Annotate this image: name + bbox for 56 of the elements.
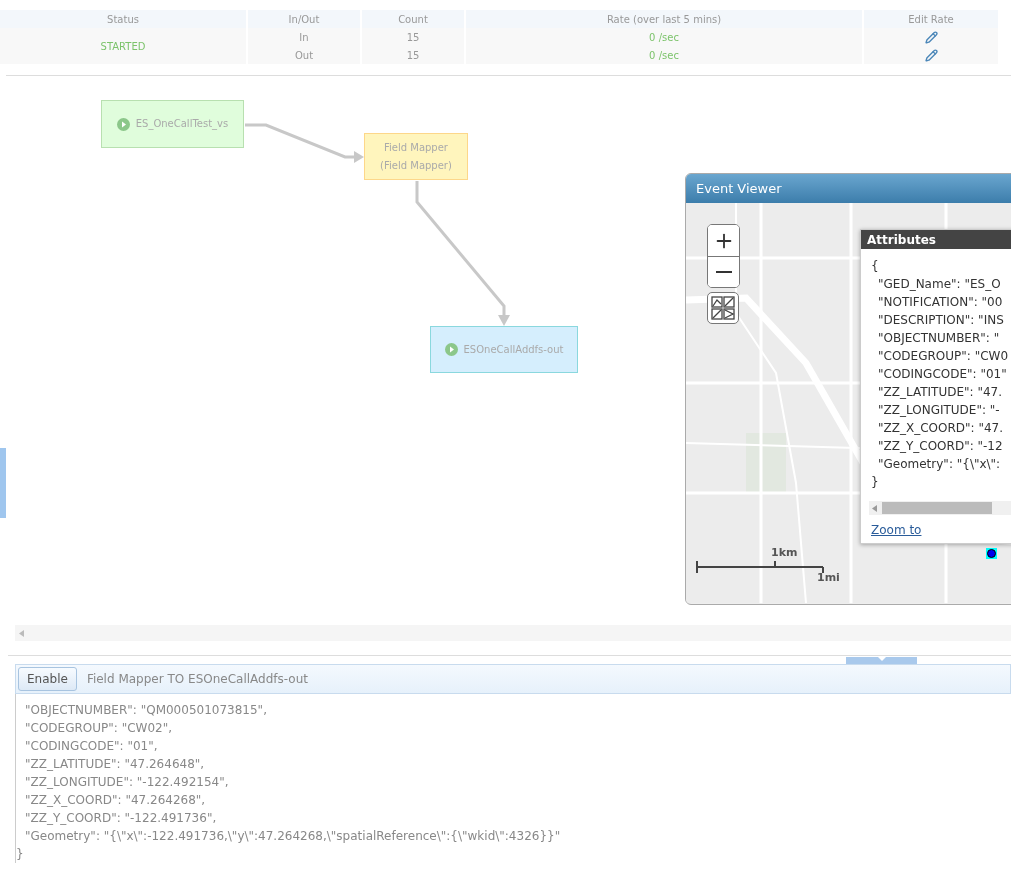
flow-node[interactable]: ESOneCallAddfs-out: [430, 326, 578, 373]
edit-icon[interactable]: [924, 30, 938, 44]
scroll-left-icon[interactable]: [872, 504, 877, 512]
table-cell: Out: [248, 46, 362, 64]
log-line: "ZZ_X_COORD": "47.264268",: [24, 792, 207, 809]
zoom-out-button[interactable]: [708, 256, 739, 287]
flow-node[interactable]: Field Mapper (Field Mapper): [364, 133, 468, 180]
play-icon: [116, 117, 130, 131]
code-line: "GED_Name": "ES_O: [877, 276, 1002, 293]
code-line: "ZZ_X_COORD": "47.: [877, 420, 1004, 437]
window-title: Event Viewer: [686, 174, 1011, 203]
code-line: "OBJECTNUMBER": ": [877, 330, 1001, 347]
column-header: Rate (over last 5 mins): [466, 10, 864, 28]
table-cell: 15: [362, 46, 466, 64]
code-line: "ZZ_LATITUDE": "47.: [877, 384, 1003, 401]
table-cell: 0 /sec: [466, 28, 864, 46]
enable-button[interactable]: Enable: [18, 667, 77, 691]
log-line: "CODEGROUP": "CW02",: [24, 720, 173, 737]
column-header: Edit Rate: [864, 10, 1000, 28]
scrollbar[interactable]: [869, 501, 1011, 515]
log-line: "Geometry": "{\"x\":-122.491736,\"y\":47.264268,\"spatialReference\":{\"wkid\":4326}}": [24, 828, 562, 845]
log-line: "OBJECTNUMBER": "QM000501073815",: [24, 702, 268, 719]
code-line: "Geometry": "{\"x\":: [877, 456, 1002, 473]
table-cell: In: [248, 28, 362, 46]
status-cell: STARTED: [0, 28, 248, 64]
table-cell: 15: [362, 28, 466, 46]
scale-label: 1mi: [817, 571, 840, 584]
code-line: "DESCRIPTION": "INS: [877, 312, 1005, 329]
popup-title: Attributes: [861, 230, 1011, 249]
log-line: "ZZ_LONGITUDE": "-122.492154",: [24, 774, 230, 791]
flow-node[interactable]: ES_OneCallTest_vs: [101, 100, 244, 148]
log-line: "CODINGCODE": "01",: [24, 738, 159, 755]
edit-icon[interactable]: [924, 48, 938, 62]
panel-toggle-tab[interactable]: [846, 657, 917, 664]
minus-icon: [715, 271, 732, 273]
code-line: }: [871, 474, 880, 491]
code-line: "CODEGROUP": "CW0: [877, 348, 1010, 365]
table-cell: 0 /sec: [466, 46, 864, 64]
play-icon: [444, 343, 458, 356]
scale-label: 1km: [771, 546, 798, 559]
column-header: Count: [362, 10, 466, 28]
column-header: In/Out: [248, 10, 362, 28]
column-header: Status: [0, 10, 248, 28]
basemap-button[interactable]: [707, 292, 739, 324]
log-line: "ZZ_Y_COORD": "-122.491736",: [24, 810, 218, 827]
code-line: {: [871, 258, 880, 275]
code-line: "ZZ_Y_COORD": "-12: [877, 438, 1004, 455]
panel-title: Field Mapper TO ESOneCallAddfs-out: [86, 672, 308, 686]
code-line: "CODINGCODE": "01": [877, 366, 1008, 383]
code-line: "ZZ_LONGITUDE": "-: [877, 402, 1001, 419]
log-line: "ZZ_LATITUDE": "47.264648",: [24, 756, 206, 773]
scale-bar-icon: [696, 561, 826, 575]
log-line: }: [16, 846, 25, 863]
location-marker[interactable]: [986, 548, 997, 559]
zoom-to-link[interactable]: Zoom to: [871, 523, 922, 537]
code-line: "NOTIFICATION": "00: [877, 294, 1004, 311]
